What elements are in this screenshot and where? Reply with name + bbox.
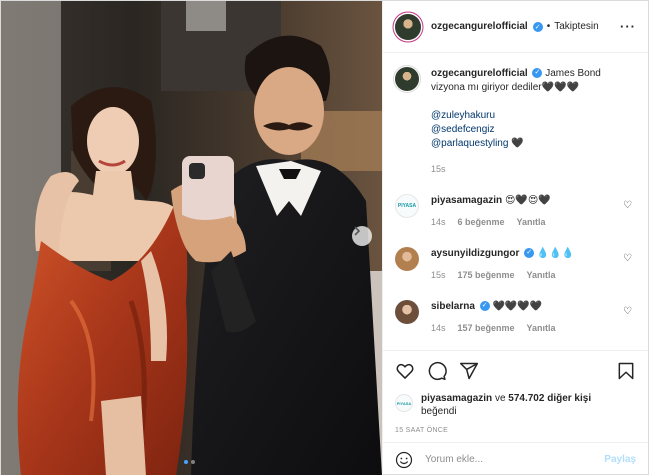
action-icons: [395, 359, 636, 383]
caption-username[interactable]: ozgecangurelofficial: [431, 68, 528, 79]
commenter-username[interactable]: sibelarna: [431, 301, 475, 312]
comment-item: sibelarna ✓ 🖤🖤🖤🖤 14s 157 beğenme Yanıtla…: [395, 300, 636, 335]
chevron-right-icon: [354, 226, 361, 236]
comment-meta: 14s 157 beğenme Yanıtla: [431, 321, 636, 335]
comment-meta: 14s 6 beğenme Yanıtla: [431, 215, 636, 229]
comment-body: aysunyildizgungor ✓ 💧💧💧 15s 175 beğenme …: [431, 247, 636, 282]
comment-input[interactable]: [425, 454, 605, 465]
caption-avatar[interactable]: [395, 67, 419, 91]
post-modal: ozgecangurelofficial ✓ • Takiptesin ··· …: [0, 0, 649, 475]
verified-badge-icon: ✓: [479, 301, 490, 312]
reply-button[interactable]: Yanıtla: [527, 321, 556, 335]
commenter-avatar[interactable]: PIYASA: [395, 194, 419, 218]
likes-summary: PIYASA piyasamagazin ve 574.702 diğer ki…: [395, 392, 636, 418]
comment-icon[interactable]: [427, 361, 447, 381]
commenter-avatar[interactable]: [395, 300, 419, 324]
like-comment-icon[interactable]: ♡: [623, 306, 632, 317]
like-comment-icon[interactable]: ♡: [623, 200, 632, 211]
comment-body: sibelarna ✓ 🖤🖤🖤🖤 14s 157 beğenme Yanıtla: [431, 300, 636, 335]
post-actions: PIYASA piyasamagazin ve 574.702 diğer ki…: [383, 350, 648, 420]
comment-time[interactable]: 14s: [431, 321, 446, 335]
commenter-username[interactable]: aysunyildizgungor: [431, 248, 519, 259]
commenter-username[interactable]: piyasamagazin: [431, 195, 502, 206]
post-header: ozgecangurelofficial ✓ • Takiptesin ···: [383, 1, 648, 53]
author-info: ozgecangurelofficial ✓ • Takiptesin: [431, 21, 599, 32]
liker-username[interactable]: piyasamagazin: [421, 393, 492, 404]
likes-suffix: beğendi: [421, 406, 457, 417]
comment-text: 😍🖤😍🖤: [504, 195, 551, 206]
reply-button[interactable]: Yanıtla: [527, 268, 556, 282]
comment-list[interactable]: ozgecangurelofficial ✓ James Bond vizyon…: [383, 53, 648, 350]
comment-likes[interactable]: 6 beğenme: [458, 215, 505, 229]
post-side-panel: ozgecangurelofficial ✓ • Takiptesin ··· …: [382, 1, 648, 475]
verified-badge-icon: ✓: [524, 248, 535, 259]
likes-connector: ve: [494, 393, 506, 404]
author-username[interactable]: ozgecangurelofficial: [431, 21, 528, 32]
comment-time[interactable]: 15s: [431, 268, 446, 282]
comment-item: aysunyildizgungor ✓ 💧💧💧 15s 175 beğenme …: [395, 247, 636, 282]
share-icon[interactable]: [459, 361, 479, 381]
comment-body: piyasamagazin 😍🖤😍🖤 14s 6 beğenme Yanıtla: [431, 194, 636, 229]
mention-link[interactable]: @parlaquestyling: [431, 138, 508, 149]
post-caption: ozgecangurelofficial ✓ James Bond vizyon…: [395, 67, 636, 176]
carousel-dot: [184, 460, 188, 464]
likes-text: piyasamagazin ve 574.702 diğer kişi beğe…: [421, 392, 591, 418]
comment-likes[interactable]: 175 beğenme: [458, 268, 515, 282]
post-photo[interactable]: [1, 1, 382, 475]
caption-time[interactable]: 15s: [431, 162, 621, 176]
likes-count[interactable]: 574.702 diğer kişi: [508, 393, 591, 404]
verified-badge-icon: ✓: [532, 21, 543, 32]
comment-time[interactable]: 14s: [431, 215, 446, 229]
comment-item: PIYASA piyasamagazin 😍🖤😍🖤 14s 6 beğenme …: [395, 194, 636, 229]
follow-status-button[interactable]: Takiptesin: [554, 21, 598, 32]
comment-likes[interactable]: 157 beğenme: [458, 321, 515, 335]
mention-link[interactable]: @sedefcengiz: [431, 124, 495, 135]
post-timestamp[interactable]: 15 SAAT ÖNCE: [383, 420, 648, 442]
more-options-icon[interactable]: ···: [620, 20, 636, 33]
separator-dot: •: [546, 21, 551, 32]
emoji-icon[interactable]: [395, 451, 413, 469]
carousel-indicator: [184, 460, 195, 464]
reply-button[interactable]: Yanıtla: [517, 215, 546, 229]
like-comment-icon[interactable]: ♡: [623, 253, 632, 264]
comment-text: 🖤🖤🖤🖤: [492, 301, 543, 312]
comment-composer: Paylaş: [383, 442, 648, 475]
photo-illustration: [1, 1, 382, 475]
author-avatar[interactable]: [395, 13, 421, 40]
heart-icon[interactable]: [395, 361, 415, 381]
verified-badge-icon: ✓: [532, 68, 543, 79]
comment-meta: 15s 175 beğenme Yanıtla: [431, 268, 636, 282]
commenter-avatar[interactable]: [395, 247, 419, 271]
carousel-dot: [191, 460, 195, 464]
bookmark-icon[interactable]: [616, 361, 636, 381]
liker-avatar[interactable]: PIYASA: [395, 394, 413, 412]
next-slide-button[interactable]: [352, 226, 372, 246]
mention-link[interactable]: @zuleyhakuru: [431, 110, 495, 121]
caption-body: ozgecangurelofficial ✓ James Bond vizyon…: [431, 67, 621, 176]
post-comment-button[interactable]: Paylaş: [604, 454, 636, 465]
comment-text: 💧💧💧: [536, 248, 575, 259]
caption-trailing: 🖤: [511, 138, 524, 149]
